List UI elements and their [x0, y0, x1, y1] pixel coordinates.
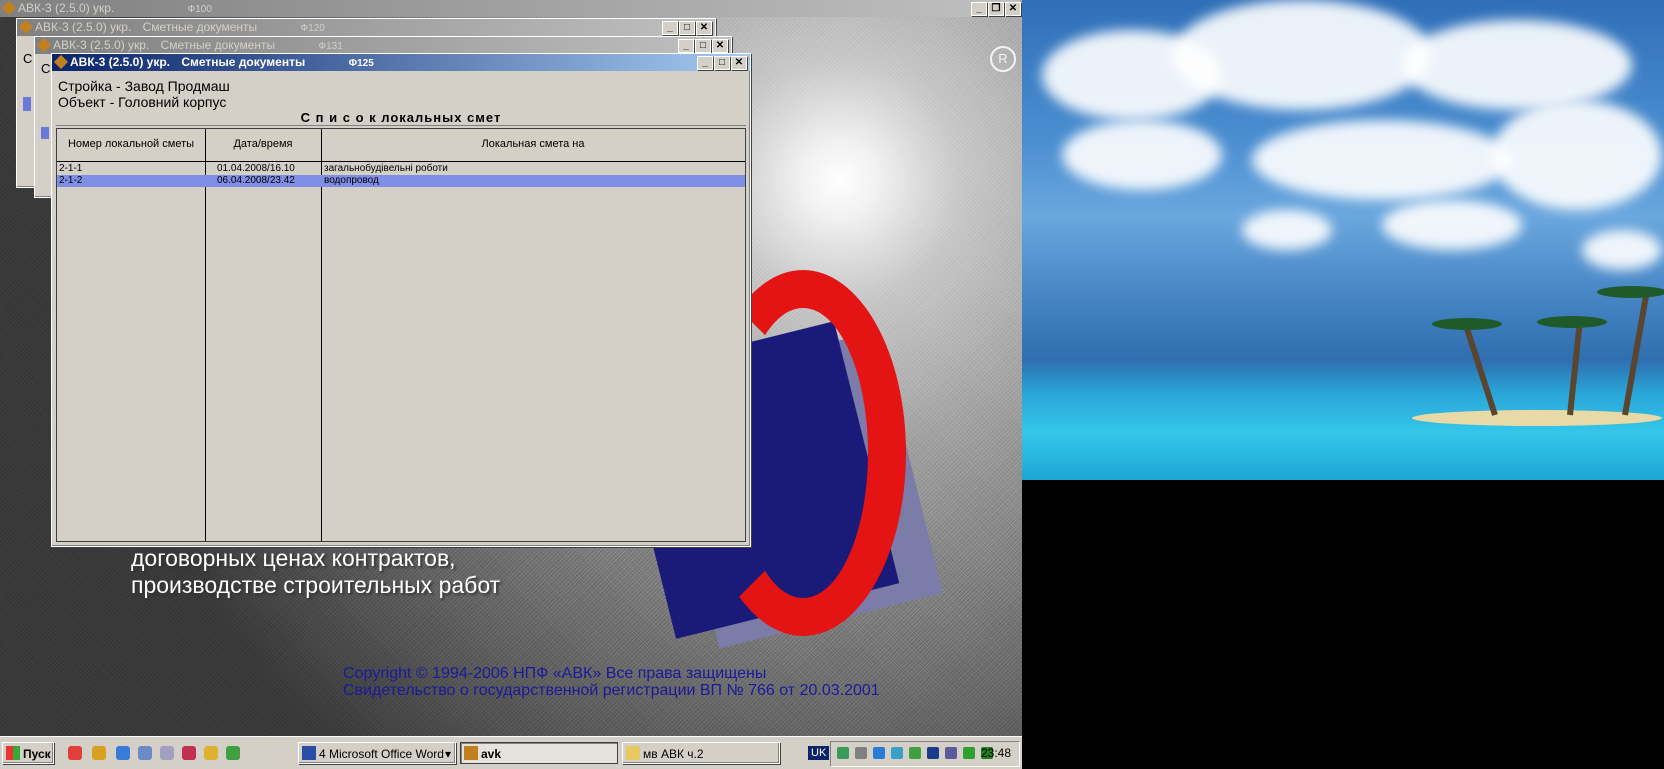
window-f125-title: АВК-3 (2.5.0) укр.: [70, 55, 171, 69]
maximize-icon[interactable]: □: [679, 21, 695, 35]
taskbar-avk-label: avk: [481, 747, 502, 761]
list-title: С п и с о к локальных смет: [300, 110, 502, 125]
window-f120-selection: [23, 97, 31, 111]
window-f125-titlebar[interactable]: АВК-3 (2.5.0) укр. Сметные документы Ф12…: [52, 54, 750, 71]
document-icon[interactable]: [160, 746, 174, 760]
opera-icon[interactable]: [68, 746, 82, 760]
windows-logo-icon: [6, 746, 20, 760]
registered-mark: R: [990, 46, 1016, 72]
window-f131-doc: Сметные документы: [160, 38, 276, 52]
window-f125-form: Ф125: [348, 58, 374, 69]
outlook-icon[interactable]: [138, 746, 152, 760]
word-icon: [302, 746, 316, 760]
close-icon[interactable]: ✕: [731, 56, 747, 70]
table-row[interactable]: 2-1-1 01.04.2008/16.10 загальнобудівельн…: [57, 163, 745, 175]
folder-icon: [626, 746, 640, 760]
tray-icon[interactable]: [963, 747, 975, 759]
window-f100-titlebar[interactable]: АВК-3 (2.5.0) укр. Ф100 _ ❐ ✕: [0, 0, 1021, 17]
maximize-icon[interactable]: □: [714, 56, 730, 70]
system-tray: 23:48: [830, 741, 1020, 767]
window-f120-letter: С: [23, 51, 33, 66]
window-f100[interactable]: АВК-3 (2.5.0) укр. Ф100 _ ❐ ✕: [0, 0, 1021, 17]
cell-date: 06.04.2008/23.42: [217, 175, 295, 186]
tray-icon[interactable]: [873, 747, 885, 759]
window-f100-form: Ф100: [187, 4, 212, 15]
restore-icon[interactable]: ❐: [988, 2, 1004, 16]
window-f131-letter: С: [41, 61, 51, 76]
tray-icon[interactable]: [891, 747, 903, 759]
stroyka-label: Стройка - Завод Продмаш: [58, 78, 230, 94]
taskbar: Пуск 4 Microsoft Office Word ▾ avk мв АВ…: [0, 736, 1022, 769]
taskbar-button-word[interactable]: 4 Microsoft Office Word ▾: [298, 742, 456, 764]
window-f120-titlebar[interactable]: АВК-3 (2.5.0) укр. Сметные документы Ф12…: [17, 19, 715, 36]
close-icon[interactable]: ✕: [696, 21, 712, 35]
cell-date: 01.04.2008/16.10: [217, 163, 295, 174]
language-indicator[interactable]: UK: [808, 746, 830, 760]
tray-icon[interactable]: [909, 747, 921, 759]
window-f125-doc: Сметные документы: [181, 55, 306, 69]
object-label: Объект - Головний корпус: [58, 94, 227, 110]
start-label: Пуск: [23, 747, 51, 761]
calendar-icon[interactable]: [182, 746, 196, 760]
app-icon: [37, 38, 51, 52]
window-f131-titlebar[interactable]: АВК-3 (2.5.0) укр. Сметные документы Ф13…: [35, 37, 731, 54]
minimize-icon[interactable]: _: [678, 39, 694, 53]
cell-number: 2-1-1: [59, 163, 83, 174]
minimize-icon[interactable]: _: [662, 21, 678, 35]
certificate-text: Свидетельство о государственной регистра…: [343, 682, 880, 699]
window-f120-form: Ф120: [300, 23, 325, 34]
player-icon[interactable]: [226, 746, 240, 760]
start-button[interactable]: Пуск: [2, 742, 54, 764]
tray-icon[interactable]: [927, 747, 939, 759]
estimates-table[interactable]: Номер локальной сметы Дата/время Локальн…: [56, 128, 746, 542]
close-icon[interactable]: ✕: [1005, 2, 1021, 16]
cell-name: водопровод: [324, 175, 379, 186]
quicklaunch-tool-icon[interactable]: [92, 746, 106, 760]
window-f131-form: Ф131: [318, 41, 343, 52]
column-header-number[interactable]: Номер локальной сметы: [57, 129, 205, 162]
ie-icon[interactable]: [116, 746, 130, 760]
column-header-date[interactable]: Дата/время: [205, 129, 321, 162]
window-f125[interactable]: АВК-3 (2.5.0) укр. Сметные документы Ф12…: [51, 53, 751, 547]
chevron-down-icon: ▾: [444, 747, 451, 761]
tray-icon[interactable]: [945, 747, 957, 759]
tray-icon[interactable]: [837, 747, 849, 759]
minimize-icon[interactable]: _: [697, 56, 713, 70]
window-f120-title: АВК-3 (2.5.0) укр.: [35, 20, 132, 34]
app-icon: [2, 1, 16, 15]
minimize-icon[interactable]: _: [971, 2, 987, 16]
close-icon[interactable]: ✕: [712, 39, 728, 53]
window-f131-title: АВК-3 (2.5.0) укр.: [53, 38, 150, 52]
avk-icon: [464, 746, 478, 760]
tray-icon[interactable]: [855, 747, 867, 759]
app-icon: [19, 20, 33, 34]
taskbar-folder-label: мв АВК ч.2: [643, 747, 704, 761]
clock[interactable]: 23:48: [981, 746, 1011, 760]
taskbar-button-avk[interactable]: avk: [460, 742, 618, 764]
window-f131-selection: [41, 127, 49, 139]
taskbar-button-folder[interactable]: мв АВК ч.2: [622, 742, 780, 764]
table-row-selected[interactable]: 2-1-2 06.04.2008/23.42 водопровод: [57, 175, 745, 187]
desktop-wallpaper-beach: [1022, 0, 1664, 480]
media-icon[interactable]: [204, 746, 218, 760]
maximize-icon[interactable]: □: [695, 39, 711, 53]
app-icon: [54, 55, 68, 69]
taskbar-word-label: 4 Microsoft Office Word: [319, 747, 444, 761]
column-header-name[interactable]: Локальная смета на: [321, 129, 745, 162]
cell-number: 2-1-2: [59, 175, 83, 186]
cell-name: загальнобудівельні роботи: [324, 163, 448, 174]
copyright-text: Copyright © 1994-2006 НПФ «АВК» Все прав…: [343, 665, 767, 682]
splash-line-1: договорных ценах контрактов,: [131, 545, 456, 571]
window-f120-doc: Сметные документы: [142, 20, 258, 34]
window-f100-title: АВК-3 (2.5.0) укр.: [18, 1, 115, 15]
splash-line-2: производстве строительных работ: [131, 572, 501, 598]
